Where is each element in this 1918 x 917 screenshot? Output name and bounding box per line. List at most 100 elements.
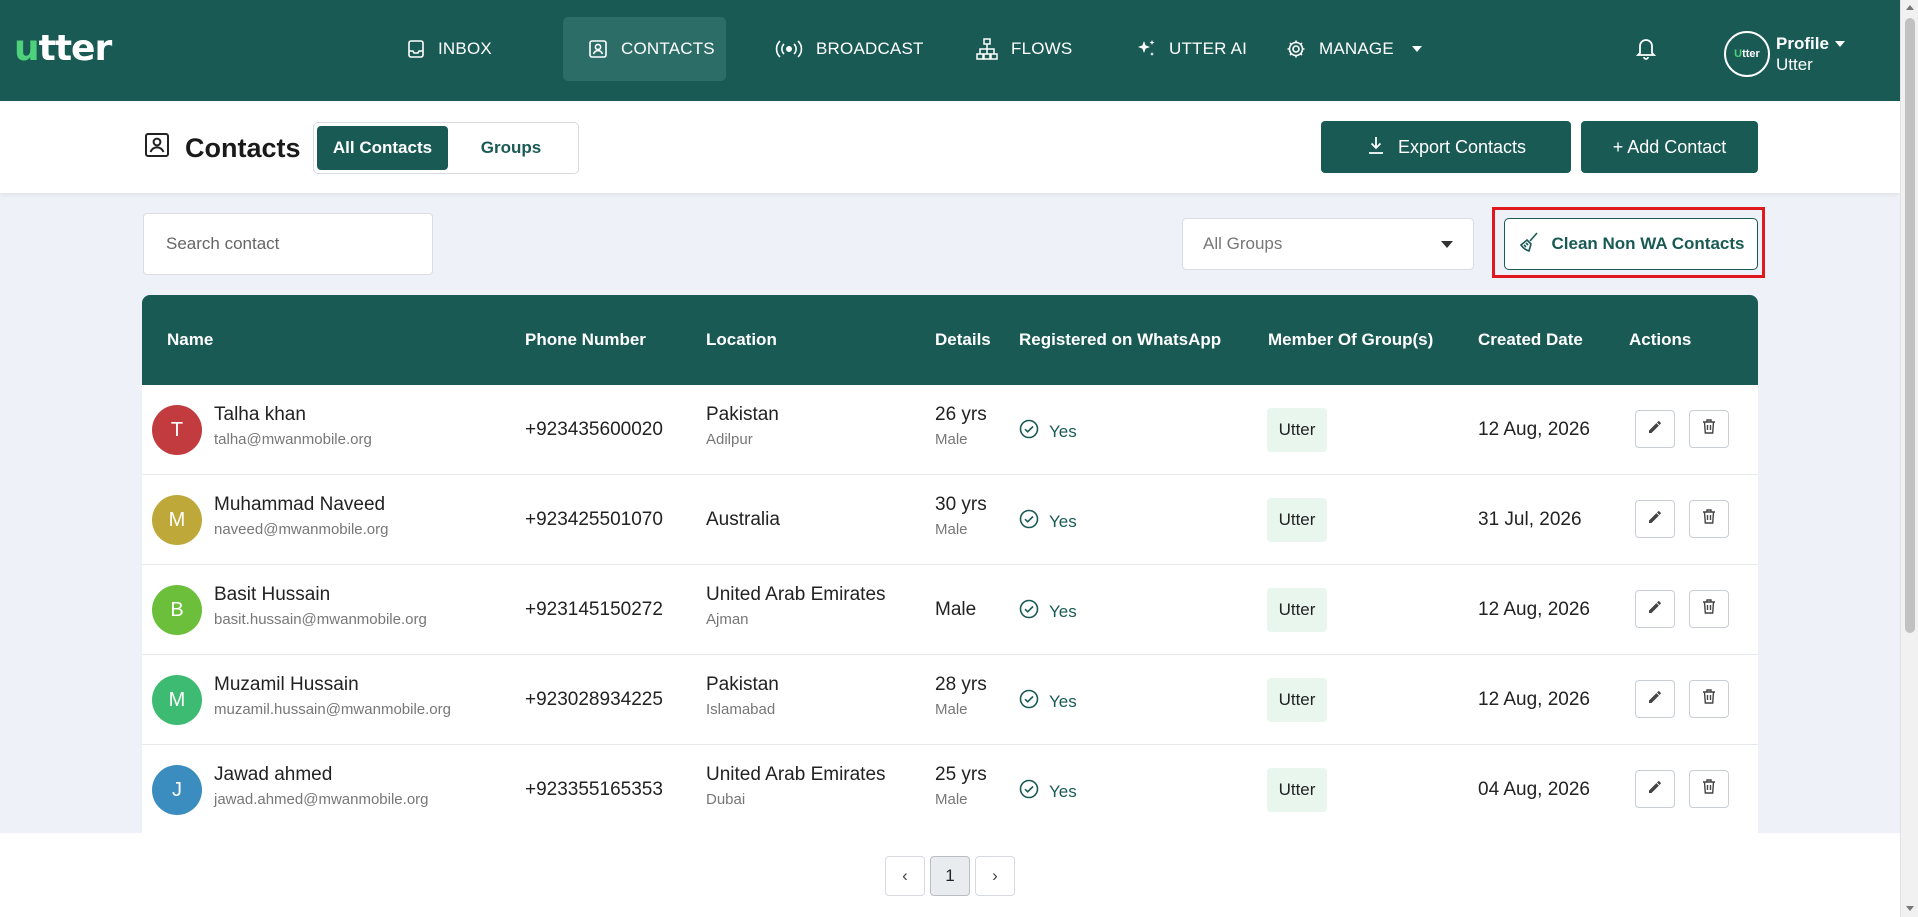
pencil-icon xyxy=(1647,599,1663,620)
created-date: 12 Aug, 2026 xyxy=(1478,689,1590,710)
table-header: Name Phone Number Location Details Regis… xyxy=(142,295,1758,385)
contact-country: Pakistan xyxy=(706,674,779,695)
contact-name: Talha khan xyxy=(214,404,306,425)
edit-button[interactable] xyxy=(1635,500,1675,538)
group-badge: Utter xyxy=(1267,408,1327,452)
scroll-thumb[interactable] xyxy=(1905,18,1915,633)
contact-gender: Male xyxy=(935,599,977,620)
profile-avatar[interactable]: Utter xyxy=(1724,31,1770,77)
contact-age: 25 yrs xyxy=(935,764,987,785)
edit-button[interactable] xyxy=(1635,590,1675,628)
page-title: Contacts xyxy=(143,131,301,166)
contact-country: United Arab Emirates xyxy=(706,584,886,605)
delete-button[interactable] xyxy=(1689,410,1729,448)
nav-broadcast[interactable]: BROADCAST xyxy=(750,17,948,81)
delete-button[interactable] xyxy=(1689,590,1729,628)
column-header: Details xyxy=(935,330,991,349)
contact-age: 30 yrs xyxy=(935,494,987,515)
next-page-button[interactable]: › xyxy=(975,856,1015,896)
table-row: T Talha khan talha@mwanmobile.org +92343… xyxy=(142,385,1758,475)
nav-manage[interactable]: MANAGE xyxy=(1261,17,1446,81)
avatar: M xyxy=(152,675,202,725)
table-row: B Basit Hussain basit.hussain@mwanmobile… xyxy=(142,565,1758,655)
column-header: Member Of Group(s) xyxy=(1268,330,1434,349)
contact-phone: +923028934225 xyxy=(525,689,663,710)
contact-name: Basit Hussain xyxy=(214,584,331,605)
contact-gender: Male xyxy=(935,701,968,718)
delete-button[interactable] xyxy=(1689,770,1729,808)
column-header: Phone Number xyxy=(525,330,646,349)
contact-country: Australia xyxy=(706,509,780,530)
delete-button[interactable] xyxy=(1689,680,1729,718)
check-circle-icon xyxy=(1019,689,1039,714)
table-row: M Muhammad Naveed naveed@mwanmobile.org … xyxy=(142,475,1758,565)
profile-org: Utter xyxy=(1776,55,1813,74)
export-contacts-button[interactable]: Export Contacts xyxy=(1321,121,1571,173)
bell-icon[interactable] xyxy=(1634,35,1658,66)
created-date: 04 Aug, 2026 xyxy=(1478,779,1590,800)
contact-city: Islamabad xyxy=(706,701,776,718)
gear-icon xyxy=(1285,38,1307,60)
tab-groups[interactable]: Groups xyxy=(448,126,574,170)
clean-non-wa-contacts-button[interactable]: Clean Non WA Contacts xyxy=(1504,218,1758,270)
contact-city: Dubai xyxy=(706,791,746,808)
check-circle-icon xyxy=(1019,419,1039,444)
group-badge: Utter xyxy=(1267,588,1327,632)
edit-button[interactable] xyxy=(1635,410,1675,448)
group-badge: Utter xyxy=(1267,498,1327,542)
whatsapp-registered: Yes xyxy=(1019,509,1077,534)
nav-utter-ai[interactable]: UTTER AI xyxy=(1111,17,1271,81)
scroll-up-arrow-icon[interactable] xyxy=(1906,5,1914,10)
broom-icon xyxy=(1518,231,1540,258)
scroll-down-arrow-icon[interactable] xyxy=(1906,906,1914,911)
tab-all-contacts[interactable]: All Contacts xyxy=(317,126,448,170)
avatar: T xyxy=(152,405,202,455)
page-header: Contacts All Contacts Groups Export Cont… xyxy=(0,101,1900,193)
contact-name: Muhammad Naveed xyxy=(214,494,386,515)
edit-button[interactable] xyxy=(1635,770,1675,808)
delete-button[interactable] xyxy=(1689,500,1729,538)
contact-city: Adilpur xyxy=(706,431,753,448)
flows-icon xyxy=(975,37,999,61)
contact-email: jawad.ahmed@mwanmobile.org xyxy=(214,791,429,808)
whatsapp-registered: Yes xyxy=(1019,779,1077,804)
trash-icon xyxy=(1701,598,1717,620)
search-input[interactable] xyxy=(143,213,433,275)
contacts-tabs: All Contacts Groups xyxy=(313,122,579,174)
nav-inbox[interactable]: INBOX xyxy=(382,17,516,81)
contact-email: basit.hussain@mwanmobile.org xyxy=(214,611,427,628)
trash-icon xyxy=(1701,778,1717,800)
contact-name: Muzamil Hussain xyxy=(214,674,359,695)
edit-button[interactable] xyxy=(1635,680,1675,718)
scrollbar[interactable] xyxy=(1900,0,1918,917)
group-filter-select[interactable]: All Groups xyxy=(1182,218,1474,270)
contact-email: muzamil.hussain@mwanmobile.org xyxy=(214,701,451,718)
pencil-icon xyxy=(1647,509,1663,530)
contact-age: 28 yrs xyxy=(935,674,987,695)
prev-page-button[interactable]: ‹ xyxy=(885,856,925,896)
utter-logo[interactable]: utter xyxy=(14,28,112,69)
pencil-icon xyxy=(1647,779,1663,800)
add-contact-button[interactable]: + Add Contact xyxy=(1581,121,1758,173)
broadcast-icon xyxy=(774,39,804,59)
table-row: J Jawad ahmed jawad.ahmed@mwanmobile.org… xyxy=(142,745,1758,833)
profile-menu[interactable]: Profile xyxy=(1776,34,1845,54)
contact-card-icon xyxy=(143,131,171,166)
created-date: 31 Jul, 2026 xyxy=(1478,509,1582,530)
contact-gender: Male xyxy=(935,521,968,538)
contact-phone: +923435600020 xyxy=(525,419,663,440)
page-number-button[interactable]: 1 xyxy=(930,856,970,896)
nav-flows[interactable]: FLOWS xyxy=(951,17,1096,81)
column-header: Location xyxy=(706,330,777,349)
whatsapp-registered: Yes xyxy=(1019,689,1077,714)
column-header: Actions xyxy=(1629,330,1692,349)
contact-email: talha@mwanmobile.org xyxy=(214,431,372,448)
contact-name: Jawad ahmed xyxy=(214,764,333,785)
nav-contacts[interactable]: CONTACTS xyxy=(563,17,726,81)
column-header: Registered on WhatsApp xyxy=(1019,330,1222,349)
contact-email: naveed@mwanmobile.org xyxy=(214,521,389,538)
group-badge: Utter xyxy=(1267,768,1327,812)
download-icon xyxy=(1366,135,1386,160)
contact-gender: Male xyxy=(935,431,968,448)
contact-country: Pakistan xyxy=(706,404,779,425)
